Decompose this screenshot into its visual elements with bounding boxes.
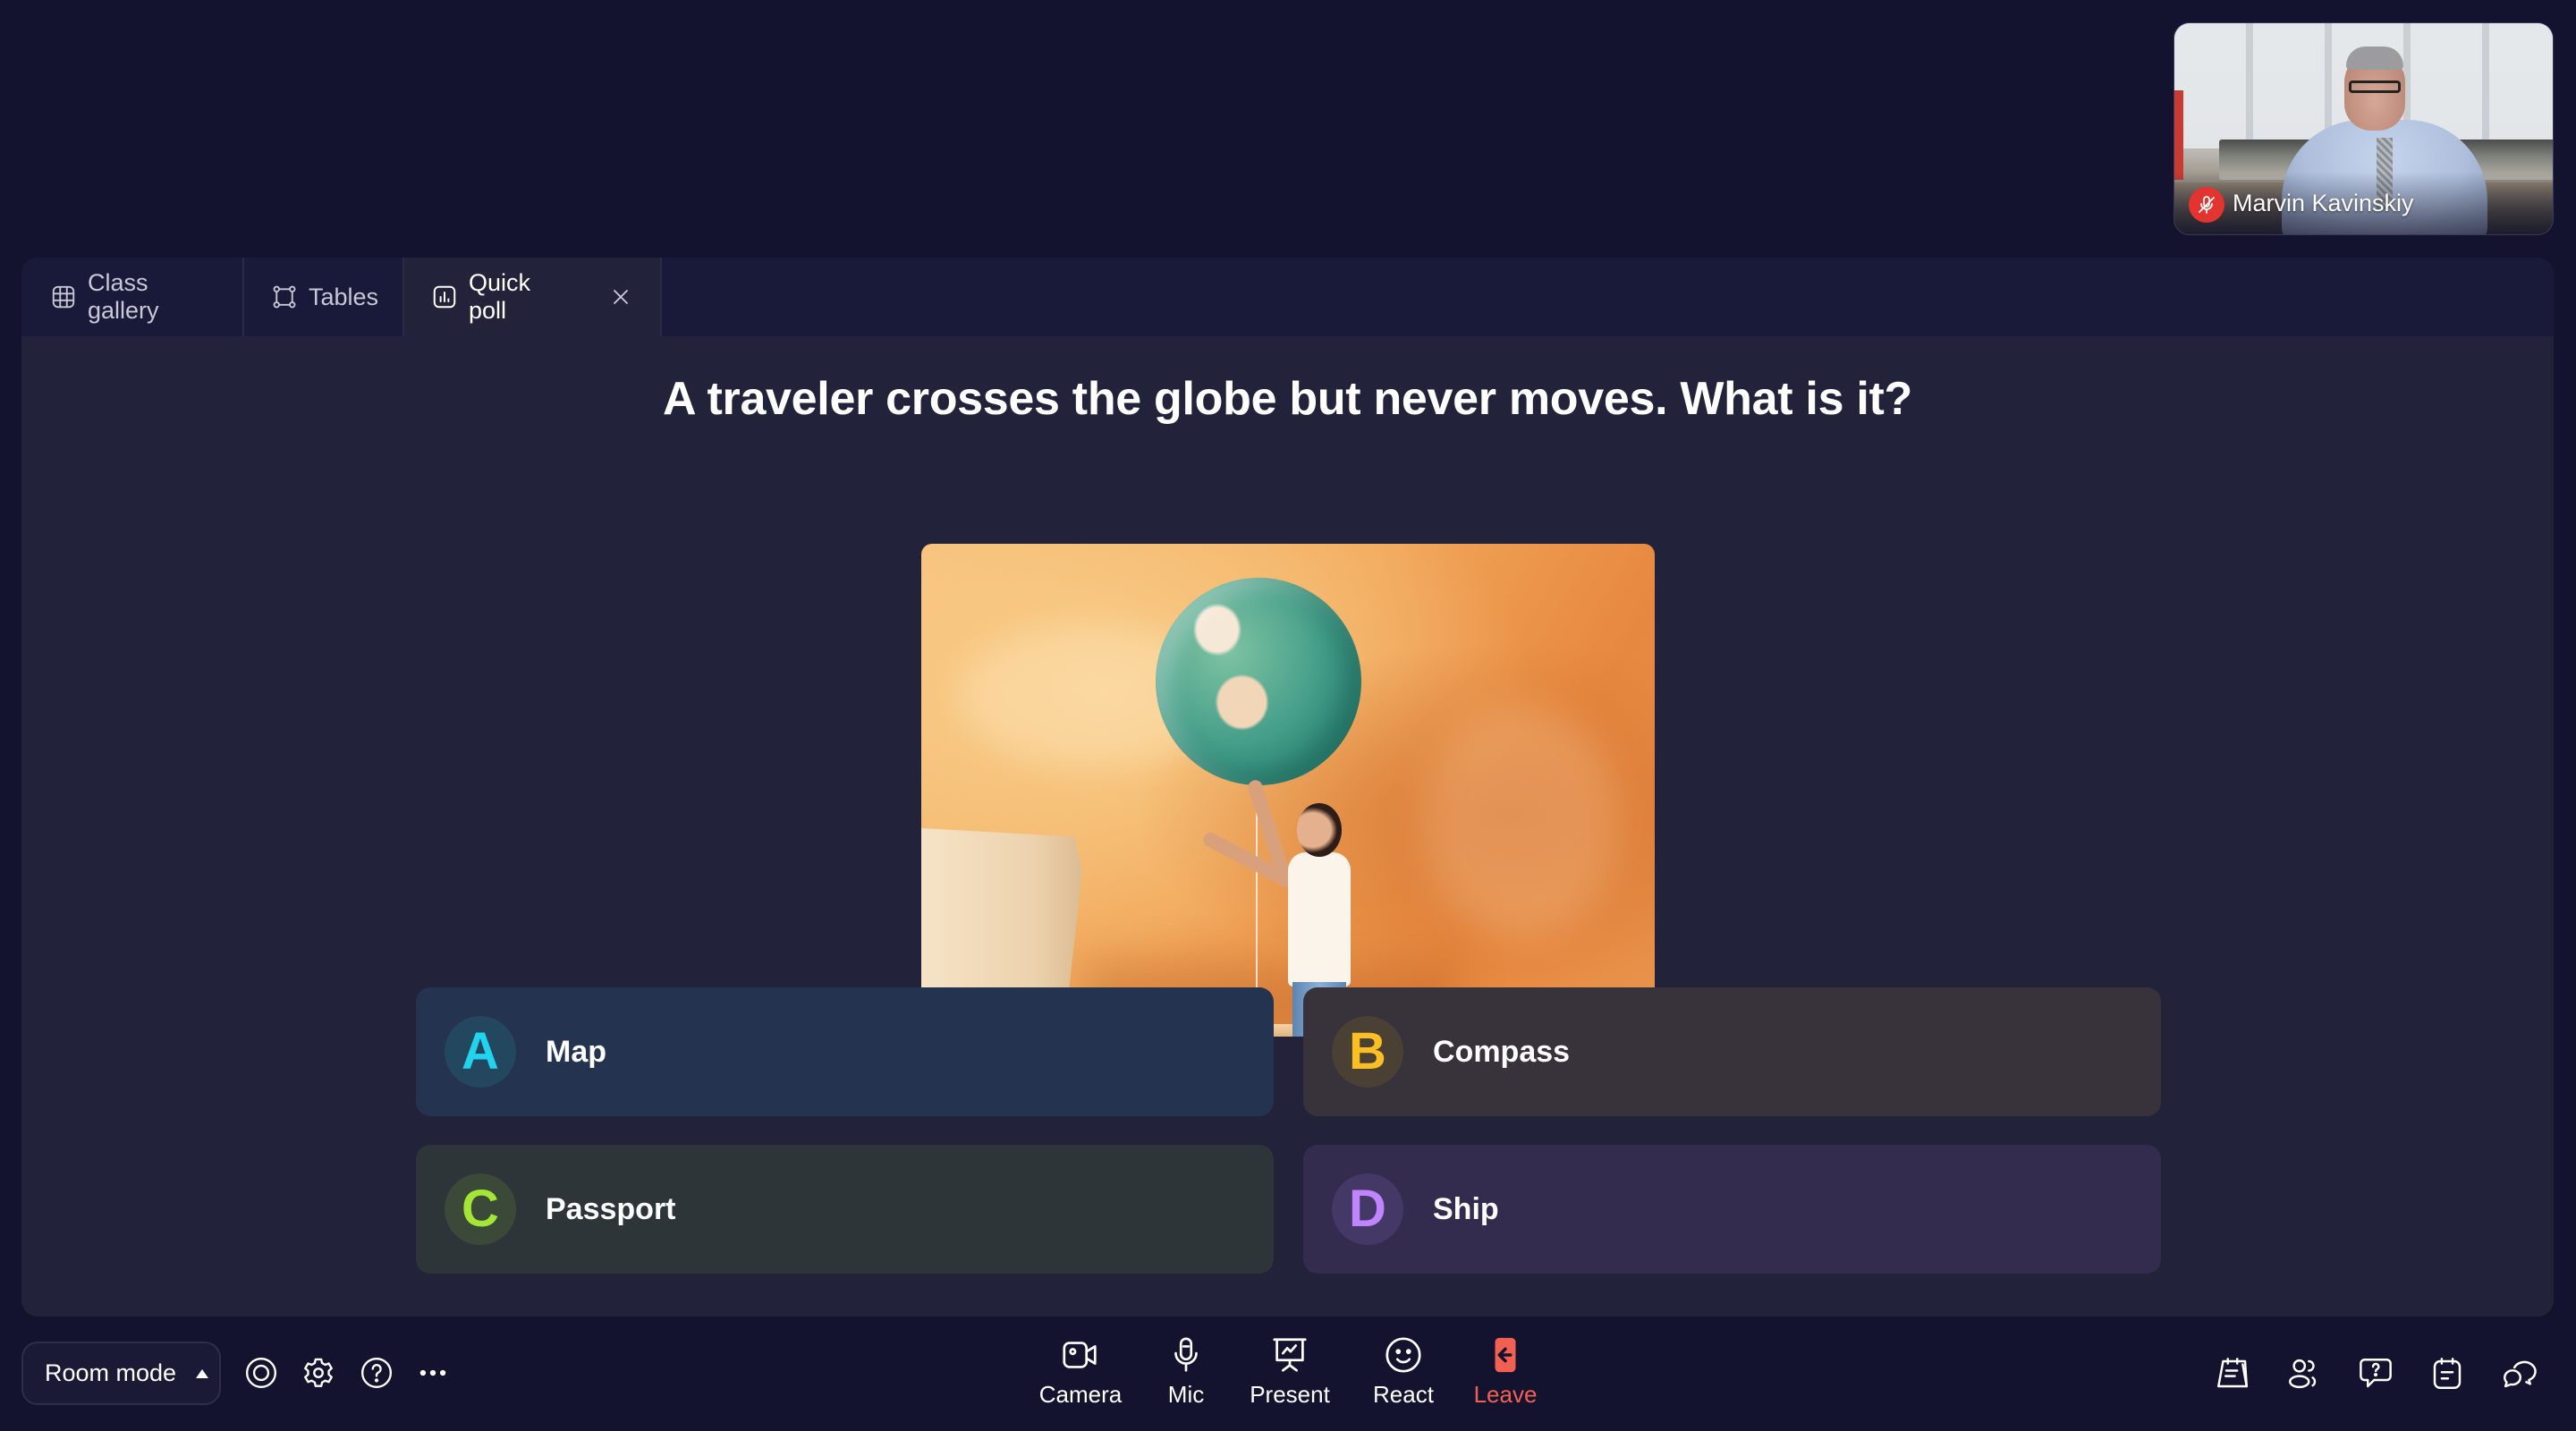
poll-content: A traveler crosses the globe but never m… bbox=[21, 336, 2554, 1317]
poll-chart-icon bbox=[431, 284, 458, 310]
close-tab-icon[interactable] bbox=[608, 284, 633, 309]
tab-label: Tables bbox=[309, 283, 379, 310]
answer-letter-badge: A bbox=[445, 1016, 516, 1088]
poll-image bbox=[921, 544, 1655, 1037]
notes-icon[interactable] bbox=[2428, 1354, 2467, 1393]
answer-letter-badge: C bbox=[445, 1173, 516, 1245]
chat-icon[interactable] bbox=[2499, 1354, 2538, 1393]
answer-label: Compass bbox=[1433, 1034, 1571, 1069]
more-options-icon[interactable] bbox=[415, 1355, 451, 1391]
answer-label: Passport bbox=[546, 1191, 676, 1226]
mic-label: Mic bbox=[1167, 1381, 1205, 1408]
mic-button[interactable]: Mic bbox=[1137, 1334, 1235, 1408]
tab-bar: Class gallery Tables Quick poll bbox=[21, 258, 2554, 336]
tab-class-gallery[interactable]: Class gallery bbox=[21, 258, 244, 336]
answer-option-c[interactable]: C Passport bbox=[416, 1145, 1274, 1274]
answer-label: Map bbox=[546, 1034, 606, 1069]
help-icon[interactable] bbox=[359, 1355, 394, 1391]
answer-option-a[interactable]: A Map bbox=[416, 987, 1274, 1116]
present-button[interactable]: Present bbox=[1241, 1334, 1339, 1408]
present-icon bbox=[1269, 1334, 1310, 1376]
camera-icon bbox=[1060, 1334, 1101, 1376]
answer-letter-badge: D bbox=[1332, 1173, 1403, 1245]
room-mode-label: Room mode bbox=[45, 1359, 177, 1386]
caret-up-icon bbox=[196, 1368, 209, 1378]
grid-icon bbox=[50, 284, 77, 310]
wall-texture bbox=[1422, 705, 1619, 937]
agenda-icon[interactable] bbox=[2213, 1354, 2252, 1393]
camera-label: Camera bbox=[1038, 1381, 1123, 1408]
participants-icon[interactable] bbox=[2284, 1354, 2324, 1393]
poll-question: A traveler crosses the globe but never m… bbox=[663, 373, 1912, 425]
mic-icon bbox=[1165, 1334, 1207, 1376]
main-panel: Class gallery Tables Quick poll A travel… bbox=[21, 258, 2554, 1317]
girl-body bbox=[1288, 852, 1351, 986]
video-background-binder bbox=[2174, 90, 2183, 180]
leave-icon bbox=[1485, 1334, 1526, 1376]
globe-balloon bbox=[1156, 578, 1361, 785]
questions-icon[interactable] bbox=[2356, 1354, 2395, 1393]
present-label: Present bbox=[1250, 1381, 1330, 1408]
leave-button[interactable]: Leave bbox=[1456, 1334, 1555, 1408]
participant-glasses bbox=[2349, 80, 2401, 93]
tab-tables[interactable]: Tables bbox=[244, 258, 404, 336]
tab-quick-poll[interactable]: Quick poll bbox=[404, 258, 662, 336]
settings-gear-icon[interactable] bbox=[301, 1355, 336, 1391]
answer-option-d[interactable]: D Ship bbox=[1303, 1145, 2161, 1274]
participant-video-tile[interactable]: Marvin Kavinskiy bbox=[2174, 22, 2554, 235]
participant-name: Marvin Kavinskiy bbox=[2233, 190, 2414, 216]
room-mode-dropdown[interactable]: Room mode bbox=[21, 1342, 221, 1405]
tables-icon bbox=[271, 284, 298, 310]
camera-button[interactable]: Camera bbox=[1031, 1334, 1130, 1408]
tab-label: Quick poll bbox=[469, 269, 531, 324]
answer-letter-badge: B bbox=[1332, 1016, 1403, 1088]
smiley-icon bbox=[1383, 1334, 1424, 1376]
leave-label: Leave bbox=[1473, 1381, 1538, 1408]
girl-head bbox=[1297, 803, 1342, 857]
tab-label: Class gallery bbox=[88, 269, 159, 324]
react-label: React bbox=[1373, 1381, 1434, 1408]
answer-label: Ship bbox=[1433, 1191, 1499, 1226]
participant-hair bbox=[2346, 47, 2403, 70]
react-button[interactable]: React bbox=[1354, 1334, 1453, 1408]
record-icon[interactable] bbox=[243, 1355, 279, 1391]
answer-option-b[interactable]: B Compass bbox=[1303, 987, 2161, 1116]
mic-off-icon bbox=[2189, 187, 2224, 223]
